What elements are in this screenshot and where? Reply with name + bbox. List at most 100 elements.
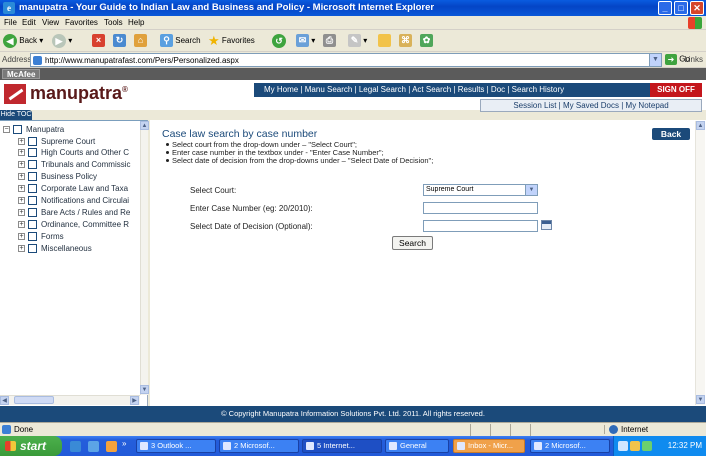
home-button[interactable]: ⌂ [134, 33, 147, 49]
favorites-button[interactable]: ★ Favorites [208, 33, 255, 49]
toc-checkbox[interactable] [28, 244, 37, 253]
search-submit-button[interactable]: Search [392, 236, 433, 250]
tray-security-icon[interactable] [630, 441, 640, 451]
globe-icon [609, 425, 618, 435]
menu-tools[interactable]: Tools [104, 18, 123, 27]
refresh-button[interactable]: ↻ [113, 33, 126, 49]
stop-button[interactable]: × [92, 33, 105, 49]
home-icon: ⌂ [134, 34, 147, 48]
court-select[interactable]: Supreme Court ▼ [423, 184, 538, 196]
history-button[interactable]: ↺ [272, 33, 286, 49]
page-title: Case law search by case number [162, 128, 318, 140]
stop-icon: × [92, 34, 105, 48]
mail-button[interactable]: ✉ ▾ [296, 33, 315, 49]
history-icon: ↺ [272, 33, 286, 48]
top-nav-links[interactable]: My Home | Manu Search | Legal Search | A… [254, 85, 564, 94]
address-dropdown[interactable]: ▼ [649, 54, 661, 66]
chevron-down-icon[interactable]: ▼ [525, 185, 537, 195]
toc-checkbox[interactable] [28, 137, 37, 146]
maximize-button[interactable]: □ [674, 1, 688, 15]
task-internet[interactable]: 5 Internet... [302, 439, 382, 453]
expand-icon[interactable]: + [18, 221, 25, 228]
mcafee-button[interactable]: McAfee [2, 69, 41, 79]
menu-view[interactable]: View [42, 18, 59, 27]
expand-icon[interactable]: + [18, 197, 25, 204]
menu-bar: File Edit View Favorites Tools Help [0, 16, 706, 30]
messenger-button[interactable]: ✿ [420, 33, 433, 49]
close-button[interactable]: ✕ [690, 1, 704, 15]
hide-toc-button[interactable]: Hide TOC [0, 110, 32, 120]
quicklaunch-ie-icon[interactable] [70, 441, 81, 452]
sub-navigation[interactable]: Session List | My Saved Docs | My Notepa… [480, 99, 702, 112]
scroll-left-icon[interactable]: ◀ [0, 396, 9, 405]
back-button[interactable]: ◀ Back ▾ [3, 33, 43, 49]
scroll-up-icon[interactable]: ▲ [140, 121, 149, 130]
toc-checkbox[interactable] [28, 196, 37, 205]
calendar-icon[interactable] [541, 220, 552, 230]
address-label: Address [2, 55, 32, 64]
toc-checkbox[interactable] [28, 148, 37, 157]
expand-icon[interactable]: + [18, 149, 25, 156]
messenger-icon: ✿ [420, 34, 433, 48]
menu-edit[interactable]: Edit [22, 18, 36, 27]
scroll-down-icon[interactable]: ▼ [140, 385, 149, 394]
print-button[interactable]: ⎙ [323, 33, 336, 49]
scroll-up-icon[interactable]: ▲ [696, 121, 705, 130]
folder-icon [378, 34, 391, 48]
expand-icon[interactable]: + [18, 233, 25, 240]
window-title: manupatra - Your Guide to Indian Law and… [19, 2, 435, 13]
toc-checkbox[interactable] [28, 232, 37, 241]
main-vertical-scrollbar[interactable]: ▲ ▼ [695, 121, 705, 405]
folder-button[interactable] [378, 33, 391, 49]
toc-checkbox[interactable] [28, 220, 37, 229]
case-number-input[interactable] [423, 202, 538, 214]
address-input[interactable]: http://www.manupatrafast.com/Pers/Person… [30, 53, 662, 67]
forward-button[interactable]: ▶ ▾ [52, 33, 72, 49]
toc-checkbox[interactable] [28, 184, 37, 193]
task-outlook[interactable]: 3 Outlook ... [136, 439, 216, 453]
research-button[interactable]: ⌘ [399, 33, 412, 49]
toc-vertical-scrollbar[interactable]: ▲ ▼ [140, 121, 149, 395]
status-divider [470, 424, 471, 436]
search-button[interactable]: ⚲ Search [160, 33, 201, 49]
expand-icon[interactable]: + [18, 173, 25, 180]
court-label: Select Court: [190, 186, 237, 195]
menu-favorites[interactable]: Favorites [65, 18, 98, 27]
toc-checkbox[interactable] [28, 160, 37, 169]
toc-scroll-thumb[interactable] [14, 396, 54, 404]
menu-file[interactable]: File [4, 18, 17, 27]
expand-icon[interactable]: + [18, 245, 25, 252]
tray-volume-icon[interactable] [642, 441, 652, 451]
task-general[interactable]: General [385, 439, 449, 453]
top-navigation[interactable]: My Home | Manu Search | Legal Search | A… [254, 83, 650, 97]
mcafee-toolbar: McAfee [0, 68, 706, 80]
toc-checkbox[interactable] [28, 172, 37, 181]
scroll-down-icon[interactable]: ▼ [696, 395, 705, 404]
minimize-button[interactable]: _ [658, 1, 672, 15]
task-microsoft-2[interactable]: 2 Microsof... [530, 439, 610, 453]
sign-off-button[interactable]: SIGN OFF [650, 83, 702, 97]
links-button[interactable]: Links [684, 55, 703, 64]
toc-checkbox[interactable] [13, 125, 22, 134]
expand-icon[interactable]: + [18, 138, 25, 145]
edit-button[interactable]: ✎ ▾ [348, 33, 367, 49]
collapse-icon[interactable]: − [3, 126, 10, 133]
quicklaunch-outlook-icon[interactable] [106, 441, 117, 452]
tray-network-icon[interactable] [618, 441, 628, 451]
quicklaunch-more-icon[interactable]: » [122, 439, 126, 448]
back-page-button[interactable]: Back [652, 128, 690, 140]
expand-icon[interactable]: + [18, 161, 25, 168]
status-divider [530, 424, 531, 436]
expand-icon[interactable]: + [18, 185, 25, 192]
start-button[interactable]: start [0, 436, 62, 456]
menu-help[interactable]: Help [128, 18, 144, 27]
date-input[interactable] [423, 220, 538, 232]
toc-checkbox[interactable] [28, 208, 37, 217]
toc-tree: − Manupatra + Supreme Court + High Court… [0, 120, 148, 406]
quicklaunch-desktop-icon[interactable] [88, 441, 99, 452]
instruction-item: Select date of decision from the drop-do… [165, 156, 434, 165]
task-inbox[interactable]: Inbox - Micr... [453, 439, 525, 453]
scroll-right-icon[interactable]: ▶ [130, 396, 139, 405]
task-microsoft-1[interactable]: 2 Microsof... [219, 439, 299, 453]
expand-icon[interactable]: + [18, 209, 25, 216]
